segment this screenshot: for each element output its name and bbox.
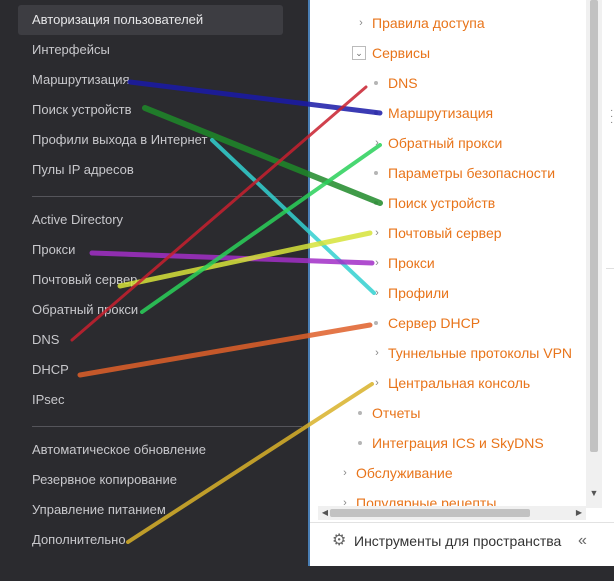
tree-item-security-params[interactable]: Параметры безопасности bbox=[388, 158, 555, 188]
sidebar-divider bbox=[32, 196, 302, 197]
sidebar-item-device-search[interactable]: Поиск устройств bbox=[18, 95, 283, 125]
sidebar-item-dhcp[interactable]: DHCP bbox=[18, 355, 283, 385]
tools-label[interactable]: Инструменты для пространства bbox=[354, 533, 561, 549]
sidebar-item-auto-update[interactable]: Автоматическое обновление bbox=[18, 435, 283, 465]
chevron-right-icon[interactable]: › bbox=[372, 218, 382, 248]
chevron-right-icon[interactable]: › bbox=[372, 248, 382, 278]
tree-panel: › Правила доступа ⌄ Сервисы DNS Маршрути… bbox=[302, 0, 614, 581]
bullet-icon bbox=[358, 411, 362, 415]
tree-item-proxy[interactable]: Прокси bbox=[388, 248, 435, 278]
sidebar: Авторизация пользователей Интерфейсы Мар… bbox=[0, 0, 302, 581]
tools-bar: ⚙ Инструменты для пространства « bbox=[310, 522, 614, 561]
sidebar-item-ipsec[interactable]: IPsec bbox=[18, 385, 283, 415]
tree-item-access-rules[interactable]: Правила доступа bbox=[372, 8, 485, 38]
bullet-icon bbox=[358, 441, 362, 445]
more-vertical-icon[interactable]: · · · bbox=[610, 106, 614, 128]
sidebar-item-advanced[interactable]: Дополнительно bbox=[18, 525, 283, 555]
sidebar-item-internet-profiles[interactable]: Профили выхода в Интернет bbox=[18, 125, 283, 155]
divider bbox=[606, 268, 614, 269]
sidebar-item-reverse-proxy[interactable]: Обратный прокси bbox=[18, 295, 283, 325]
bullet-icon bbox=[374, 81, 378, 85]
bullet-icon bbox=[374, 201, 378, 205]
bullet-icon bbox=[374, 321, 378, 325]
tree-panel-body: › Правила доступа ⌄ Сервисы DNS Маршрути… bbox=[308, 0, 614, 566]
tree-item-routing[interactable]: Маршрутизация bbox=[388, 98, 493, 128]
tree-item-ics-skydns[interactable]: Интеграция ICS и SkyDNS bbox=[372, 428, 544, 458]
chevron-right-icon[interactable]: › bbox=[340, 458, 350, 488]
horizontal-scrollbar-thumb[interactable] bbox=[330, 509, 530, 517]
vertical-scrollbar-thumb[interactable] bbox=[590, 0, 598, 452]
tree-item-popular-recipes[interactable]: Популярные рецепты bbox=[356, 488, 496, 506]
sidebar-item-backup[interactable]: Резервное копирование bbox=[18, 465, 283, 495]
tree-item-reverse-proxy[interactable]: Обратный прокси bbox=[388, 128, 502, 158]
sidebar-item-mail-server[interactable]: Почтовый сервер bbox=[18, 265, 283, 295]
sidebar-item-proxy[interactable]: Прокси bbox=[18, 235, 283, 265]
tree-item-services[interactable]: Сервисы bbox=[372, 38, 430, 68]
gear-icon[interactable]: ⚙ bbox=[332, 532, 350, 550]
chevron-down-icon[interactable]: ⌄ bbox=[352, 46, 366, 60]
sidebar-item-user-auth[interactable]: Авторизация пользователей bbox=[18, 5, 283, 35]
scroll-down-icon[interactable]: ▼ bbox=[586, 484, 602, 502]
sidebar-item-power[interactable]: Управление питанием bbox=[18, 495, 283, 525]
chevron-right-icon[interactable]: › bbox=[372, 368, 382, 398]
chevron-right-icon[interactable]: › bbox=[372, 278, 382, 308]
scroll-left-icon[interactable]: ◀ bbox=[318, 506, 332, 520]
sidebar-item-routing[interactable]: Маршрутизация bbox=[18, 65, 283, 95]
tree-item-profiles[interactable]: Профили bbox=[388, 278, 449, 308]
tree-item-mail-server[interactable]: Почтовый сервер bbox=[388, 218, 502, 248]
sidebar-item-dns[interactable]: DNS bbox=[18, 325, 283, 355]
chevron-right-icon[interactable]: › bbox=[356, 8, 366, 38]
bullet-icon bbox=[374, 111, 378, 115]
tree-item-vpn-protocols[interactable]: Туннельные протоколы VPN bbox=[388, 338, 572, 368]
tree-item-dns[interactable]: DNS bbox=[388, 68, 418, 98]
tree-item-maintenance[interactable]: Обслуживание bbox=[356, 458, 453, 488]
tree-item-central-console[interactable]: Центральная консоль bbox=[388, 368, 530, 398]
sidebar-item-active-directory[interactable]: Active Directory bbox=[18, 205, 283, 235]
bullet-icon bbox=[374, 171, 378, 175]
double-chevron-left-icon[interactable]: « bbox=[578, 531, 596, 551]
tree-item-dhcp-server[interactable]: Сервер DHCP bbox=[388, 308, 480, 338]
tree-item-reports[interactable]: Отчеты bbox=[372, 398, 420, 428]
chevron-right-icon[interactable]: › bbox=[372, 128, 382, 158]
tree-item-device-search[interactable]: Поиск устройств bbox=[388, 188, 495, 218]
chevron-right-icon[interactable]: › bbox=[372, 338, 382, 368]
sidebar-divider bbox=[32, 426, 302, 427]
sidebar-item-ip-pools[interactable]: Пулы IP адресов bbox=[18, 155, 283, 185]
scroll-right-icon[interactable]: ▶ bbox=[572, 506, 586, 520]
sidebar-item-interfaces[interactable]: Интерфейсы bbox=[18, 35, 283, 65]
